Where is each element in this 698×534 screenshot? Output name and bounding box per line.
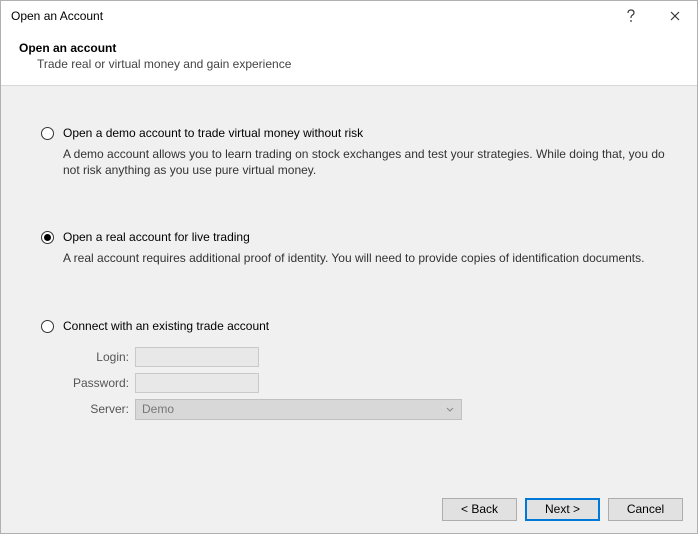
option-connect[interactable]: Connect with an existing trade account L… <box>41 319 675 426</box>
close-icon <box>670 11 680 21</box>
option-real[interactable]: Open a real account for live trading A r… <box>41 230 675 266</box>
option-real-title: Open a real account for live trading <box>63 230 675 244</box>
option-demo-title: Open a demo account to trade virtual mon… <box>63 126 675 140</box>
radio-real[interactable] <box>41 231 54 244</box>
option-connect-title: Connect with an existing trade account <box>63 319 675 333</box>
option-real-desc: A real account requires additional proof… <box>63 250 675 266</box>
window-title: Open an Account <box>11 9 609 23</box>
password-input[interactable] <box>135 373 259 393</box>
body: Open a demo account to trade virtual mon… <box>1 86 697 485</box>
header-subtitle: Trade real or virtual money and gain exp… <box>19 57 679 71</box>
header-title: Open an account <box>19 41 679 55</box>
server-select[interactable]: Demo <box>135 399 462 420</box>
back-button[interactable]: < Back <box>442 498 517 521</box>
server-label: Server: <box>63 402 135 416</box>
server-value: Demo <box>142 402 174 416</box>
password-label: Password: <box>63 376 135 390</box>
cancel-button[interactable]: Cancel <box>608 498 683 521</box>
option-demo-desc: A demo account allows you to learn tradi… <box>63 146 675 178</box>
help-button[interactable] <box>609 1 653 31</box>
help-icon <box>626 9 636 23</box>
connect-form: Login: Password: Server: Demo <box>63 347 675 420</box>
radio-demo[interactable] <box>41 127 54 140</box>
footer: < Back Next > Cancel <box>1 485 697 533</box>
chevron-down-icon <box>445 405 455 415</box>
radio-connect[interactable] <box>41 320 54 333</box>
login-input[interactable] <box>135 347 259 367</box>
titlebar: Open an Account <box>1 1 697 31</box>
login-label: Login: <box>63 350 135 364</box>
header: Open an account Trade real or virtual mo… <box>1 31 697 86</box>
option-demo[interactable]: Open a demo account to trade virtual mon… <box>41 126 675 178</box>
close-button[interactable] <box>653 1 697 31</box>
dialog-window: Open an Account Open an account Trade re… <box>0 0 698 534</box>
next-button[interactable]: Next > <box>525 498 600 521</box>
